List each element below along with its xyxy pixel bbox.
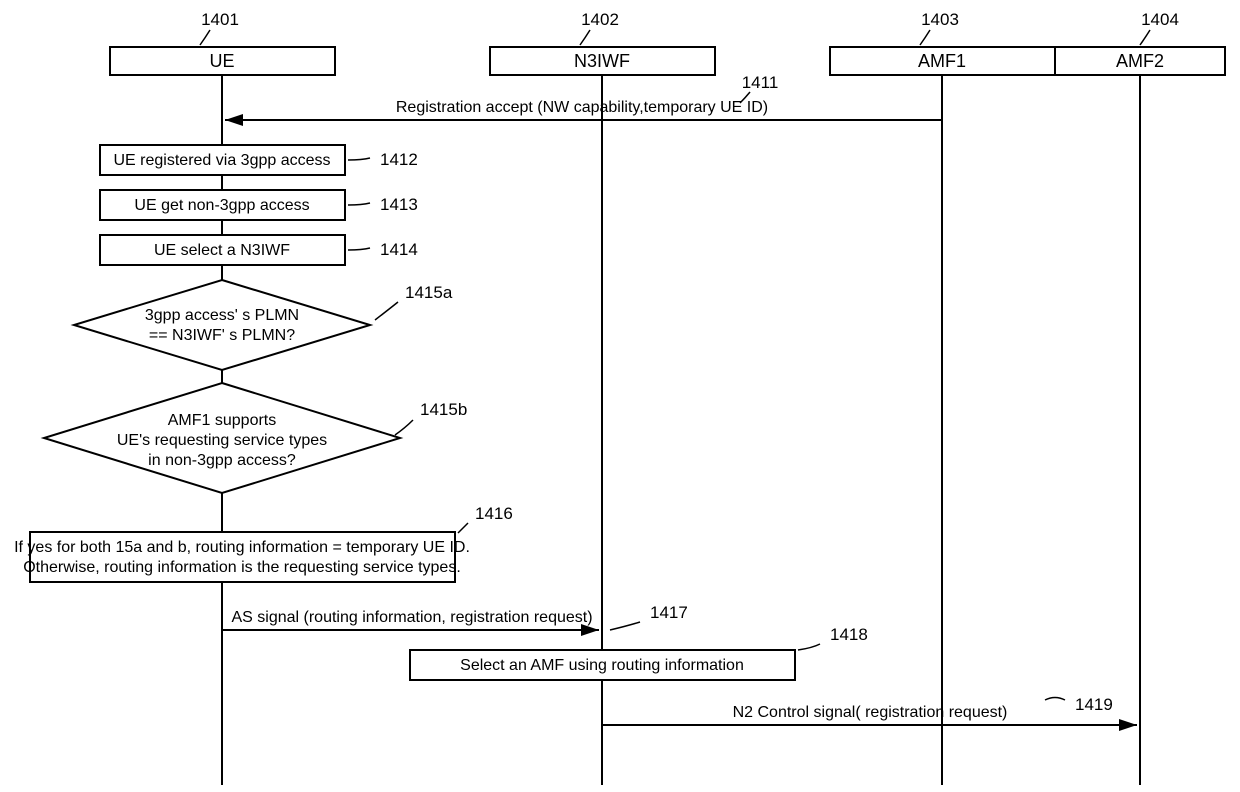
step-1418-text: Select an AMF using routing information: [460, 657, 744, 674]
ref-1414: 1414: [380, 240, 418, 259]
ref-1418: 1418: [830, 625, 868, 644]
decision-1415a-line2: == N3IWF' s PLMN?: [149, 327, 295, 344]
ref-1415b: 1415b: [420, 400, 467, 419]
ref-1419: 1419: [1075, 695, 1113, 714]
actor-amf2-label: AMF2: [1116, 51, 1164, 71]
ref-amf1: 1403: [921, 10, 959, 29]
actor-amf1-label: AMF1: [918, 51, 966, 71]
msg-1417-text: AS signal (routing information, registra…: [231, 609, 592, 626]
ref-1411: 1411: [742, 73, 779, 92]
decision-1415b-line3: in non-3gpp access?: [148, 452, 296, 469]
msg-1411-text: Registration accept (NW capability,tempo…: [396, 99, 768, 116]
step-1416-line1: If yes for both 15a and b, routing infor…: [14, 539, 470, 556]
ref-1416: 1416: [475, 504, 513, 523]
ref-1417: 1417: [650, 603, 688, 622]
ref-1413: 1413: [380, 195, 418, 214]
ref-1415a: 1415a: [405, 283, 453, 302]
ref-ue: 1401: [201, 10, 239, 29]
actor-n3iwf-label: N3IWF: [574, 51, 630, 71]
decision-1415a: [74, 280, 370, 370]
actor-ue-label: UE: [209, 51, 234, 71]
step-1412-text: UE registered via 3gpp access: [114, 152, 331, 169]
decision-1415b-line2: UE's requesting service types: [117, 432, 327, 449]
step-1416-line2: Otherwise, routing information is the re…: [23, 559, 461, 576]
step-1413-text: UE get non-3gpp access: [134, 197, 309, 214]
ref-1412: 1412: [380, 150, 418, 169]
ref-n3iwf: 1402: [581, 10, 619, 29]
msg-1419-text: N2 Control signal( registration request): [733, 704, 1008, 721]
ref-amf2: 1404: [1141, 10, 1179, 29]
decision-1415b-line1: AMF1 supports: [168, 412, 276, 429]
decision-1415a-line1: 3gpp access' s PLMN: [145, 307, 299, 324]
step-1414-text: UE select a N3IWF: [154, 242, 290, 259]
